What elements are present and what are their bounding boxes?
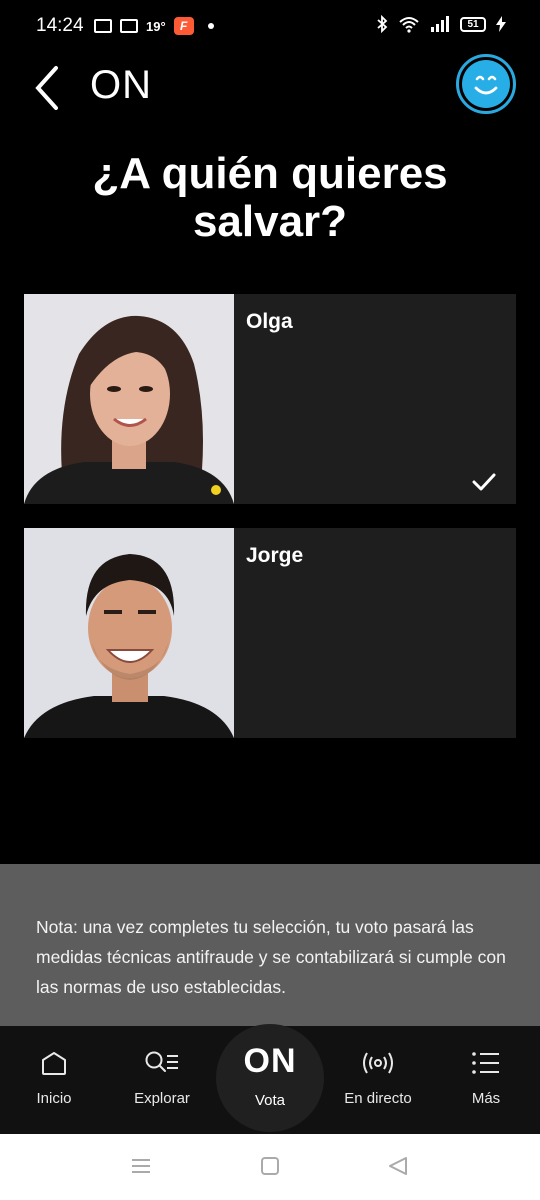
nav-label-vota: Vota: [254, 1092, 286, 1109]
chevron-left-icon: [35, 66, 58, 110]
status-time: 14:24: [36, 15, 84, 36]
bottom-nav: Inicio Explorar ON Vota En directo Más: [0, 1024, 540, 1134]
on-logo-icon: ON: [243, 1042, 297, 1080]
candidate-name-jorge: Jorge: [246, 544, 304, 567]
broadcast-icon: [363, 1052, 393, 1074]
battery-level: 51: [460, 16, 486, 32]
nav-item-mas[interactable]: Más: [432, 1026, 540, 1134]
nav-item-explorar[interactable]: Explorar: [108, 1026, 216, 1134]
home-button-icon[interactable]: [260, 1156, 280, 1176]
back-button[interactable]: [28, 60, 68, 110]
checkmark-icon: [472, 473, 496, 491]
nav-item-en-directo[interactable]: En directo: [324, 1026, 432, 1134]
profile-avatar-button[interactable]: [456, 54, 516, 114]
nav-item-inicio[interactable]: Inicio: [0, 1026, 108, 1134]
nav-label-mas: Más: [471, 1090, 501, 1107]
app-title: ON: [90, 63, 152, 107]
flash-app-icon: F: [173, 17, 194, 35]
wifi-icon: [399, 17, 419, 33]
note-text: Nota: una vez completes tu selección, tu…: [36, 917, 506, 997]
calendar-notification-icon: [120, 19, 138, 33]
notification-app-icon: [94, 19, 112, 33]
nav-label-explorar: Explorar: [134, 1090, 190, 1107]
app-header: ON: [0, 52, 540, 118]
note-panel: Nota: una vez completes tu selección, tu…: [0, 864, 540, 1026]
candidate-card-jorge[interactable]: Jorge: [24, 528, 516, 738]
nav-item-vota[interactable]: ON Vota: [216, 1024, 324, 1134]
nav-label-inicio: Inicio: [36, 1090, 72, 1107]
system-nav-bar: [0, 1134, 540, 1200]
page-title-line-1: ¿A quién quieres: [92, 149, 448, 198]
more-notifications-dot-icon: [207, 23, 214, 29]
back-triangle-icon[interactable]: [388, 1156, 408, 1176]
signal-icon: [431, 16, 449, 32]
charging-icon: [496, 16, 506, 32]
smiley-face-icon: [462, 60, 510, 108]
status-right-icons: 51: [376, 15, 506, 33]
status-bar: 14:24 19° F 51: [0, 0, 540, 52]
nav-label-en-directo: En directo: [344, 1090, 412, 1107]
candidate-name-olga: Olga: [246, 310, 293, 333]
candidate-photo-olga: [24, 294, 234, 504]
recent-apps-icon[interactable]: [130, 1156, 152, 1176]
page-title: ¿A quién quieres salvar?: [40, 150, 500, 246]
status-left-icons: 19° F: [94, 17, 214, 35]
weather-temperature: 19°: [146, 18, 166, 34]
candidate-card-olga[interactable]: Olga: [24, 294, 516, 504]
home-icon: [42, 1052, 66, 1075]
search-list-icon: [145, 1051, 178, 1072]
page-title-line-2: salvar?: [192, 197, 348, 246]
menu-list-icon: [472, 1052, 499, 1074]
bluetooth-icon: [377, 15, 388, 33]
candidate-photo-jorge: [24, 528, 234, 738]
